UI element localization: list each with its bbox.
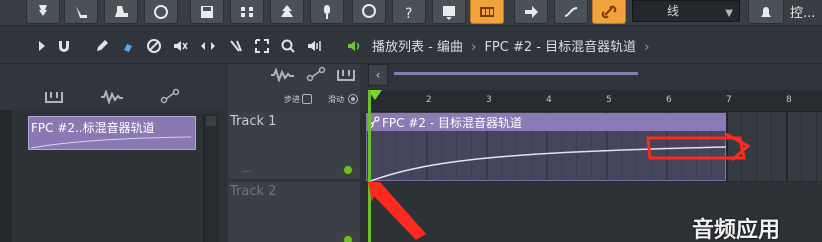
help-button[interactable]: ? [392, 0, 426, 24]
playlist-title: 播放列表 - 编曲 [372, 40, 463, 55]
step-label: 步进 [284, 95, 300, 104]
track-led[interactable] [342, 164, 354, 176]
mic-icon [324, 4, 330, 19]
fork-icon [76, 5, 87, 18]
watermark: 音频应用 [692, 218, 781, 242]
track-name: Track 1 [230, 114, 277, 129]
piano-icon[interactable] [336, 68, 356, 82]
piano-icon[interactable] [44, 90, 64, 104]
grid-icon [480, 6, 494, 17]
waveform-icon[interactable] [100, 90, 124, 104]
playlist-button[interactable] [470, 0, 504, 24]
boot-button[interactable] [104, 0, 138, 24]
slide-label: 滑动 [328, 95, 344, 104]
browser-clip-item[interactable]: FPC #2..标混音器轨道 [28, 116, 196, 150]
bar-number: 3 [486, 95, 492, 105]
bar-number: 5 [606, 95, 612, 105]
snap-combo[interactable]: 线 ▼ [632, 0, 740, 22]
arrow-right-icon [525, 5, 538, 18]
control-label: 控... [790, 6, 816, 21]
automation-icon[interactable] [306, 66, 326, 82]
bar-number: 2 [426, 95, 432, 105]
speech-button[interactable] [352, 0, 386, 24]
timeline-ruler[interactable]: 2 3 4 5 6 7 8 [368, 90, 822, 112]
automation-clip-label: FPC #2 - 目标混音器轨道 [382, 116, 522, 130]
slice-icon[interactable] [228, 38, 244, 54]
step-icon [241, 6, 253, 17]
track-header-1[interactable]: Track 1 ... [228, 112, 360, 180]
menu-arrow-icon[interactable] [34, 38, 50, 54]
scroll-left-button[interactable]: ‹ [368, 64, 388, 86]
mic-button[interactable] [310, 0, 344, 24]
mute-icon[interactable] [172, 38, 188, 54]
step-checkbox[interactable] [302, 94, 312, 104]
main-toolbar: ? 线 ▼ 控... [0, 0, 822, 26]
track-header-2[interactable]: Track 2 [228, 182, 360, 242]
bar-number: 8 [786, 95, 792, 105]
slip-icon[interactable] [200, 38, 216, 54]
breadcrumb-separator: › [471, 40, 477, 55]
playlist-title-bar: 播放列表 - 编曲 › FPC #2 - 目标混音器轨道 › [372, 36, 649, 55]
tree-button[interactable] [270, 0, 304, 24]
link-button[interactable] [592, 0, 626, 24]
pin-button[interactable] [26, 0, 60, 24]
highlight-box [646, 132, 750, 162]
track-header-toolbar: 步进 滑动 [228, 64, 360, 112]
track-led[interactable] [342, 234, 354, 242]
snap-combo-value: 线 [667, 4, 680, 18]
loop-button[interactable] [144, 0, 178, 24]
slide-radio[interactable] [348, 94, 358, 104]
picker-tools [0, 64, 226, 110]
chevron-down-icon: ▼ [725, 8, 733, 19]
track-name: Track 2 [230, 184, 277, 199]
speech-icon [362, 3, 376, 18]
red-arrow-icon [368, 182, 426, 240]
fork-button[interactable] [64, 0, 98, 24]
automation-clip-header[interactable]: FPC #2 - 目标混音器轨道 [366, 113, 726, 131]
playback-icon[interactable] [306, 38, 322, 54]
svg-text:?: ? [405, 6, 412, 21]
delete-icon[interactable] [146, 38, 162, 54]
pencil-icon[interactable] [94, 38, 110, 54]
bell-icon [761, 6, 771, 17]
bar-number: 6 [666, 95, 672, 105]
horizontal-scrollbar[interactable]: ‹ [368, 64, 822, 88]
speaker-icon [346, 38, 362, 54]
automation-icon[interactable] [160, 88, 180, 104]
arrow-right-button[interactable] [514, 0, 548, 24]
magnet-icon[interactable] [56, 38, 72, 54]
metronome-button[interactable] [748, 0, 784, 24]
clip-curve-thumb [31, 136, 191, 149]
browser-clip-label: FPC #2..标混音器轨道 [31, 121, 155, 135]
browser-scrollbar[interactable] [203, 114, 218, 242]
link-icon [601, 5, 617, 18]
bar-number: 7 [726, 95, 732, 105]
step-button[interactable] [230, 0, 264, 24]
scroll-thumb[interactable] [394, 72, 638, 75]
pin-icon [39, 4, 47, 16]
fl-studio-window: ? 线 ▼ 控... 播放列表 - 编曲 › FPC #2 - 目标混音器轨道 … [0, 0, 822, 242]
waveform-icon[interactable] [270, 68, 296, 82]
window-button[interactable] [432, 0, 466, 24]
track-dots: ... [242, 164, 252, 175]
chevron-right-icon: › [644, 40, 650, 55]
lines-button[interactable] [554, 0, 588, 24]
loop-icon [154, 4, 168, 19]
bar-number: 4 [546, 95, 552, 105]
lines-icon [564, 6, 578, 17]
save-button[interactable] [190, 0, 224, 24]
boot-icon [115, 5, 128, 17]
tree-icon [281, 4, 293, 17]
select-icon[interactable] [254, 38, 270, 54]
save-icon [201, 5, 213, 18]
paint-brush-icon[interactable] [120, 38, 136, 54]
window-icon [443, 5, 455, 20]
zoom-icon[interactable] [280, 38, 296, 54]
help-icon: ? [405, 6, 412, 21]
pattern-name[interactable]: FPC #2 - 目标混音器轨道 [484, 40, 636, 55]
